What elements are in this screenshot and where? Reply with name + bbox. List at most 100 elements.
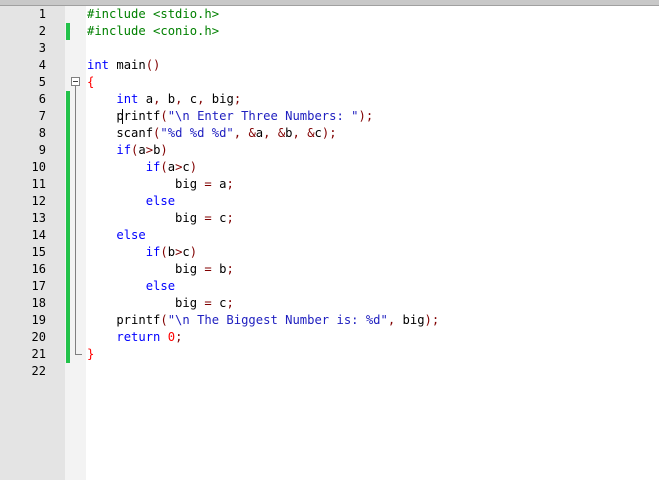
code-token: & [248,126,256,140]
change-marker [66,176,70,193]
code-token: c [182,245,190,259]
code-text[interactable]: printf("\n The Biggest Number is: %d", b… [87,312,439,329]
text-caret [122,109,123,124]
code-line[interactable]: 4 int main() [0,57,659,74]
code-text[interactable]: int a, b, c, big; [87,91,241,108]
code-token: printf [87,109,161,123]
line-number: 20 [31,330,46,344]
code-line[interactable]: 10 if(a>c) [0,159,659,176]
code-token: b [211,262,227,276]
code-token: a [138,143,146,157]
code-token: scanf [87,126,154,140]
code-line[interactable]: 17 else [0,278,659,295]
code-text[interactable]: else [87,227,146,244]
code-text[interactable]: { [87,74,94,91]
code-token: else [116,228,146,242]
code-token: return [116,330,161,344]
code-token: if [145,160,161,174]
code-text[interactable]: scanf("%d %d %d", &a, &b, &c); [87,125,337,142]
change-marker [66,278,70,295]
line-number: 16 [31,262,46,276]
code-token: ( [160,245,168,259]
code-token: ( [160,313,168,327]
code-token: big [87,177,205,191]
code-line[interactable]: 15 if(b>c) [0,244,659,261]
code-token: 0 [167,330,176,344]
code-token: int [116,92,139,106]
code-line[interactable]: 21} [0,346,659,363]
change-marker [66,142,70,159]
code-text[interactable]: big = c; [87,295,234,312]
code-text[interactable]: if(b>c) [87,244,197,261]
code-line[interactable]: 9 if(a>b) [0,142,659,159]
code-line[interactable]: 1 #include <stdio.h> [0,6,659,23]
code-line[interactable]: 7 printf("\n Enter Three Numbers: "); [0,108,659,125]
code-text[interactable]: int main() [87,57,160,74]
code-line[interactable]: 16 big = b; [0,261,659,278]
line-number: 6 [38,92,46,106]
code-line[interactable]: 8 scanf("%d %d %d", &a, &b, &c); [0,125,659,142]
code-text[interactable]: } [87,346,94,363]
code-line[interactable]: 22 [0,363,659,380]
code-token: ); [321,126,337,140]
code-token: ; [226,177,234,191]
code-text[interactable]: big = b; [87,261,234,278]
code-line[interactable]: 6 int a, b, c, big; [0,91,659,108]
code-line[interactable]: 2 #include <conio.h> [0,23,659,40]
code-token: c [182,160,190,174]
change-marker [66,91,70,108]
change-marker [66,210,70,227]
code-token: , [233,126,242,140]
code-line[interactable]: 20 return 0; [0,329,659,346]
code-text[interactable]: else [87,278,175,295]
code-text[interactable]: return 0; [87,329,182,346]
code-line[interactable]: 18 big = c; [0,295,659,312]
code-text[interactable]: big = c; [87,210,234,227]
code-line[interactable]: 19 printf("\n The Biggest Number is: %d"… [0,312,659,329]
change-marker [66,108,70,125]
code-token: "\n The Biggest Number is: %d" [167,313,388,327]
code-line[interactable]: 3 [0,40,659,57]
code-token: > [145,143,154,157]
code-text[interactable]: if(a>b) [87,142,167,159]
line-number: 22 [31,364,46,378]
code-text[interactable]: #include <conio.h> [87,23,219,40]
code-token: , [292,126,300,140]
code-text[interactable]: #include <stdio.h> [87,6,219,23]
line-number: 12 [31,194,46,208]
code-token: () [145,58,161,72]
code-line[interactable]: 13 big = c; [0,210,659,227]
code-token: a [167,160,176,174]
code-text[interactable]: else [87,193,175,210]
code-token: ; [226,211,234,225]
code-token: = [204,262,212,276]
code-line[interactable]: 14 else [0,227,659,244]
change-marker [66,346,70,363]
code-token: else [145,194,176,208]
line-number: 18 [31,296,46,310]
code-text[interactable]: big = a; [87,176,234,193]
line-number: 10 [31,160,46,174]
code-token: ); [424,313,440,327]
change-marker [66,329,70,346]
code-line[interactable]: 12 else [0,193,659,210]
code-token: big [395,313,425,327]
code-token: ; [233,92,242,106]
change-marker [66,125,70,142]
change-marker [66,312,70,329]
fold-toggle-icon[interactable] [71,77,80,86]
code-token: #include <conio.h> [87,24,220,38]
code-line[interactable]: 5{ [0,74,659,91]
code-token: { [87,75,95,89]
code-text[interactable]: if(a>c) [87,159,197,176]
code-token: big [87,262,205,276]
code-token: big [87,211,205,225]
line-number: 14 [31,228,46,242]
code-line[interactable]: 11 big = a; [0,176,659,193]
code-token: ) [189,160,198,174]
code-text[interactable]: printf("\n Enter Three Numbers: "); [87,108,373,125]
